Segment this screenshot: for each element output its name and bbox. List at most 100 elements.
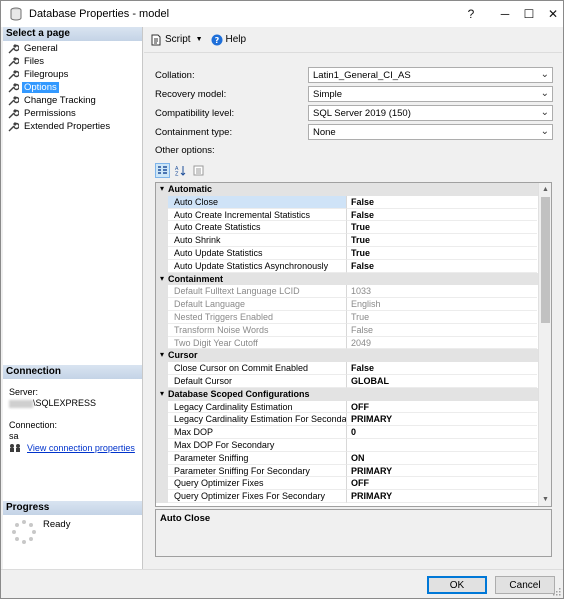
collapse-icon[interactable]: ▾ [156,388,168,401]
grid-property-value[interactable] [347,439,537,452]
grid-property-name: Max DOP For Secondary [168,438,347,452]
database-icon [10,7,22,21]
grid-property-row[interactable]: Query Optimizer Fixes For Secondary PRIMA… [156,490,551,503]
property-pages-button[interactable] [191,163,206,178]
progress-header: Progress [3,501,142,515]
grid-property-row[interactable]: Auto Close False [156,195,551,209]
resize-grip-icon[interactable] [553,588,561,596]
grid-property-row[interactable]: Auto Update Statistics True [156,246,551,260]
window-title: Database Properties - model [29,8,170,20]
page-item-label: Change Tracking [24,95,96,106]
grid-category-row[interactable]: ▾ Automatic [156,183,551,196]
database-properties-window: Database Properties - model ? ─ ☐ ✕ Sele… [0,0,564,599]
alphabetical-button[interactable]: AZ [173,163,188,178]
grid-property-value[interactable]: GLOBAL [347,375,537,388]
page-item-label: Files [24,56,45,67]
grid-property-row[interactable]: Close Cursor on Commit Enabled False [156,362,551,375]
collation-select[interactable]: Latin1_General_CI_AS ⌄ [308,67,553,83]
grid-category-row[interactable]: ▾ Containment [156,272,551,286]
containment-type-select[interactable]: None ⌄ [308,124,553,140]
grid-property-row[interactable]: Query Optimizer Fixes OFF [156,477,551,491]
grid-property-value[interactable]: False [347,209,537,222]
page-item-extended-properties[interactable]: Extended Properties [3,120,142,133]
property-description-title: Auto Close [160,513,211,524]
scroll-up-icon[interactable]: ▲ [539,183,551,196]
grid-property-value[interactable]: PRIMARY [347,490,537,503]
grid-property-value[interactable]: False [347,260,537,273]
grid-row-gutter [156,400,168,414]
grid-property-value: False [347,324,537,337]
page-item-label: Extended Properties [24,121,111,132]
chevron-down-icon: ⌄ [540,69,549,80]
grid-property-name: Nested Triggers Enabled [168,310,347,324]
compatibility-level-row: Compatibility level: SQL Server 2019 (15… [155,105,555,122]
grid-property-row[interactable]: Nested Triggers Enabled True [156,310,551,324]
grid-property-row[interactable]: Default Fulltext Language LCID 1033 [156,285,551,299]
server-value: \SQLEXPRESS [9,398,96,409]
close-button[interactable]: ✕ [535,1,564,27]
grid-property-name: Max DOP [168,426,347,439]
grid-property-row[interactable]: Auto Shrink True [156,234,551,247]
cancel-button[interactable]: Cancel [495,576,555,594]
collapse-icon[interactable]: ▾ [156,183,168,196]
grid-property-value[interactable]: True [347,234,537,247]
grid-property-row[interactable]: Transform Noise Words False [156,323,551,337]
grid-property-value[interactable]: OFF [347,401,537,414]
page-item-options[interactable]: Options [3,81,142,94]
grid-property-row[interactable]: Legacy Cardinality Estimation OFF [156,400,551,414]
grid-property-value[interactable]: PRIMARY [347,413,537,427]
title-bar: Database Properties - model ? ─ ☐ ✕ [1,1,563,27]
scroll-down-icon[interactable]: ▼ [539,493,551,506]
grid-property-value: True [347,311,537,324]
grid-property-value[interactable]: ON [347,452,537,465]
scrollbar-thumb[interactable] [541,197,550,323]
grid-category-row[interactable]: ▾ Cursor [156,349,551,363]
grid-property-row[interactable]: Default Cursor GLOBAL [156,374,551,388]
grid-property-row[interactable]: Legacy Cardinality Estimation For Second… [156,413,551,427]
grid-property-row[interactable]: Max DOP 0 [156,426,551,439]
grid-property-row[interactable]: Parameter Sniffing ON [156,451,551,465]
page-item-change-tracking[interactable]: Change Tracking [3,94,142,107]
grid-property-value[interactable]: False [347,196,537,209]
chevron-down-icon[interactable]: ▼ [196,36,203,43]
page-item-files[interactable]: Files [3,55,142,68]
help-icon: ? [211,34,222,45]
grid-category-row[interactable]: ▾ Database Scoped Configurations [156,387,551,401]
ok-button[interactable]: OK [427,576,487,594]
help-toolbar-button[interactable]: ? Help [211,34,246,46]
view-connection-properties-link[interactable]: View connection properties [27,443,135,453]
grid-property-row[interactable]: Auto Update Statistics Asynchronously Fal… [156,259,551,273]
grid-property-row[interactable]: Auto Create Statistics True [156,221,551,235]
grid-property-value[interactable]: 0 [347,426,537,439]
help-button[interactable]: ? [453,1,489,27]
chevron-down-icon: ⌄ [540,107,549,118]
grid-property-value[interactable]: PRIMARY [347,465,537,478]
connection-value: sa [9,431,19,441]
property-grid-scrollbar[interactable]: ▲ ▼ [538,183,551,506]
grid-row-gutter [156,362,168,375]
left-pane: Select a page General Files Filegroups O… [3,27,143,569]
script-label: Script [165,34,191,45]
grid-property-row[interactable]: Auto Create Incremental Statistics False [156,208,551,222]
recovery-model-select[interactable]: Simple ⌄ [308,86,553,102]
page-item-general[interactable]: General [3,42,142,55]
page-toolbar: Script ▼ ? Help [144,27,562,53]
page-item-filegroups[interactable]: Filegroups [3,68,142,81]
script-button[interactable]: Script ▼ [150,34,203,46]
collapse-icon[interactable]: ▾ [156,273,168,286]
compatibility-level-label: Compatibility level: [155,108,235,119]
categorized-button[interactable] [155,163,170,178]
grid-property-value[interactable]: OFF [347,477,537,491]
grid-property-row[interactable]: Max DOP For Secondary [156,438,551,452]
grid-property-row[interactable]: Default Language English [156,298,551,311]
compatibility-level-select[interactable]: SQL Server 2019 (150) ⌄ [308,105,553,121]
grid-property-value[interactable]: False [347,362,537,375]
page-item-permissions[interactable]: Permissions [3,107,142,120]
grid-property-row[interactable]: Two Digit Year Cutoff 2049 [156,336,551,350]
page-item-label: Filegroups [24,69,69,80]
grid-property-value[interactable]: True [347,247,537,260]
grid-property-value[interactable]: True [347,221,537,235]
view-connection-properties-row[interactable]: View connection properties [9,443,135,453]
grid-property-row[interactable]: Parameter Sniffing For Secondary PRIMARY [156,464,551,478]
collapse-icon[interactable]: ▾ [156,349,168,362]
